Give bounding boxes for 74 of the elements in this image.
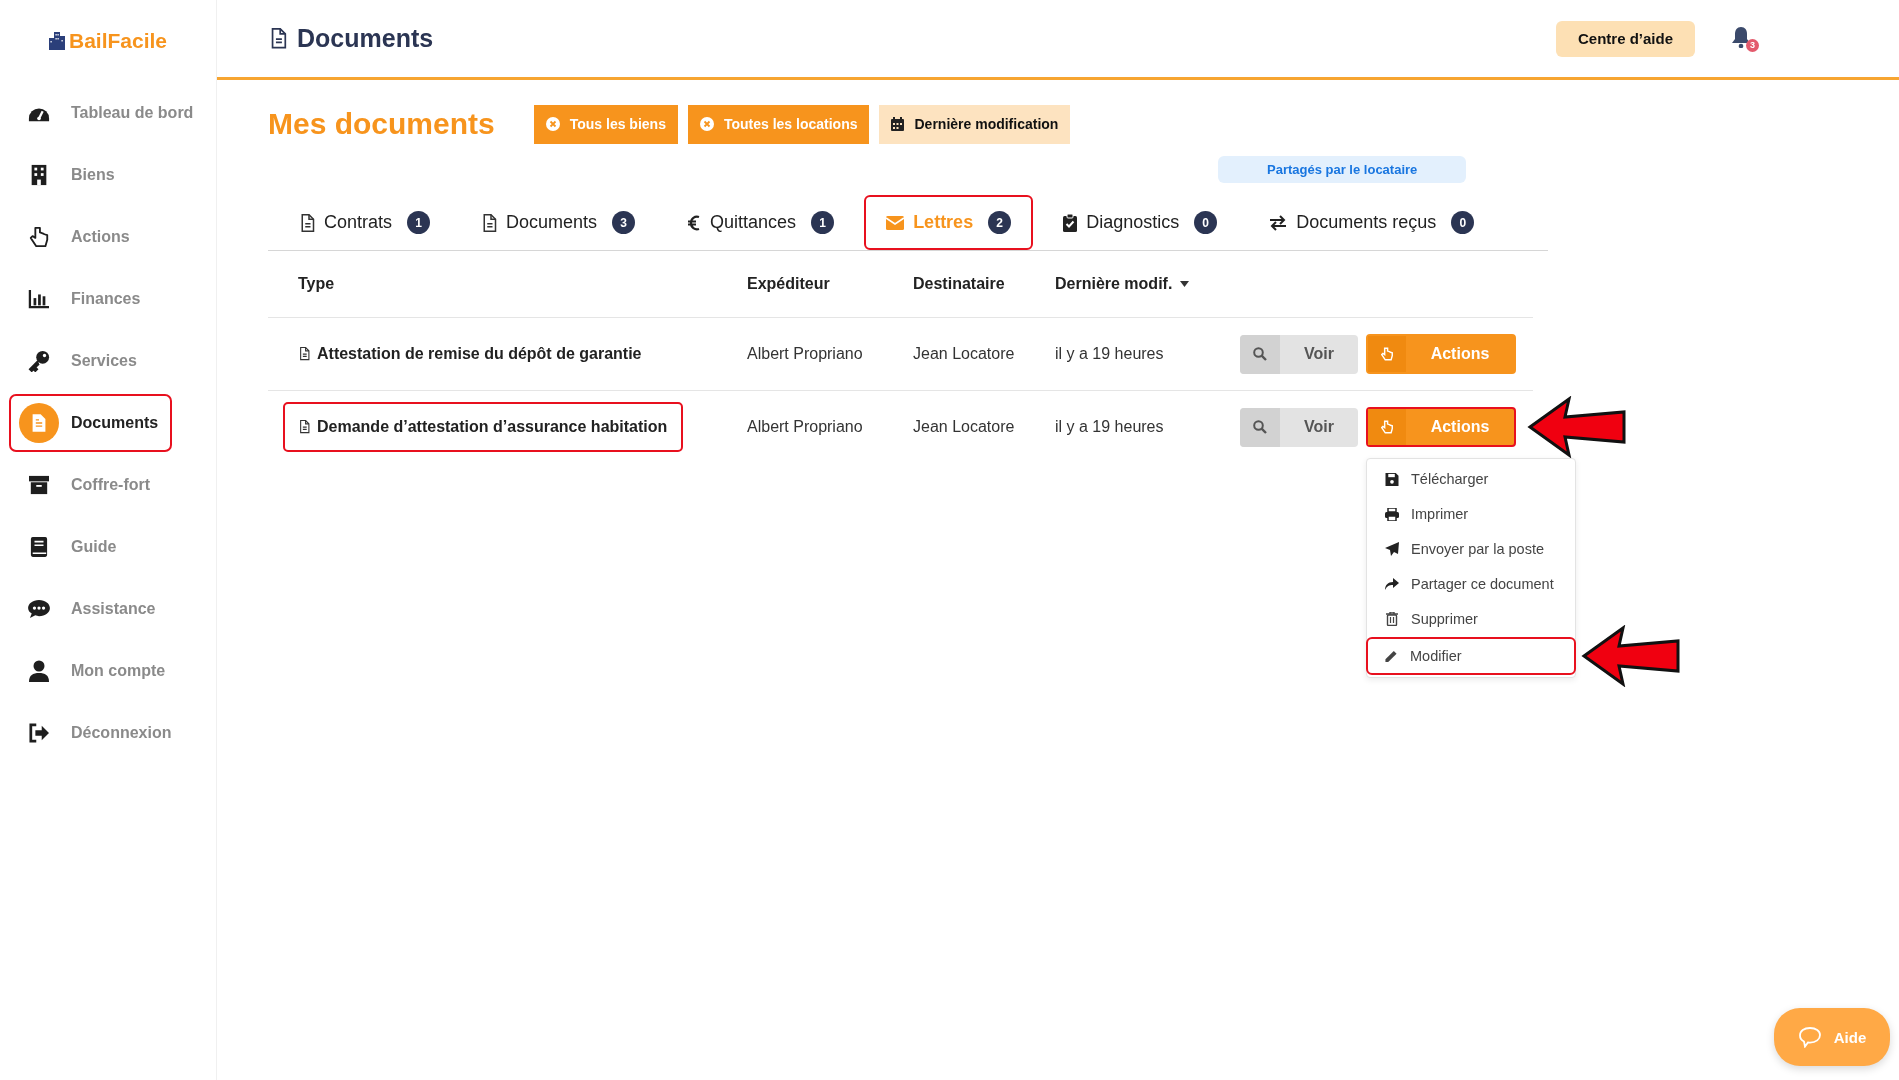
- table-cell: Albert Propriano: [747, 345, 863, 362]
- building-icon: [30, 164, 48, 186]
- sort-caret-icon: [1180, 281, 1190, 287]
- pointer-hand-icon: [1381, 420, 1393, 434]
- share-arrow-icon: [1385, 578, 1399, 590]
- search-icon: [1253, 347, 1267, 361]
- count-badge: 0: [1194, 211, 1218, 234]
- menu-item[interactable]: Envoyer par la poste: [1367, 532, 1575, 566]
- section-title: Mes documents: [268, 107, 495, 141]
- calendar-icon: [891, 117, 905, 131]
- document-icon: [31, 413, 47, 433]
- sidebar-item[interactable]: Documents: [9, 394, 172, 452]
- table-cell: il y a 19 heures: [1055, 345, 1164, 362]
- table-cell: il y a 19 heures: [1055, 418, 1164, 435]
- chat-bubble-icon: [1797, 1026, 1822, 1048]
- tab[interactable]: Contrats 1: [278, 195, 453, 250]
- menu-item[interactable]: Modifier: [1366, 637, 1576, 675]
- user-icon: [29, 660, 49, 682]
- menu-item[interactable]: Supprimer: [1367, 602, 1575, 636]
- count-badge: 0: [1451, 211, 1475, 234]
- bar-chart-icon: [28, 289, 50, 309]
- column-header[interactable]: Dernière modif.: [1055, 275, 1240, 293]
- document-icon: [299, 347, 310, 361]
- filter-button[interactable]: Dernière modification: [879, 104, 1071, 144]
- count-badge: 3: [612, 211, 636, 234]
- column-header[interactable]: Type: [268, 275, 747, 293]
- tab[interactable]: Lettres 2: [864, 195, 1034, 250]
- pointer-hand-icon: [1381, 347, 1393, 361]
- trash-icon: [1385, 612, 1399, 626]
- page-header-title: Documents: [297, 24, 435, 53]
- shared-by-tenant-link[interactable]: Partagés par le locataire: [1218, 156, 1467, 183]
- column-header[interactable]: Destinataire: [913, 275, 1055, 293]
- table-cell: Jean Locatore: [913, 345, 1015, 362]
- tab[interactable]: Diagnostics 0: [1041, 195, 1240, 250]
- table-cell: Albert Propriano: [747, 418, 863, 435]
- document-icon: [482, 213, 498, 232]
- view-button[interactable]: Voir: [1240, 407, 1358, 447]
- logout-icon: [28, 723, 50, 743]
- document-icon: [299, 420, 310, 434]
- pointer-hand-icon: [29, 226, 49, 248]
- chat-bubble-icon: [27, 599, 51, 619]
- search-icon: [1253, 420, 1267, 434]
- view-button[interactable]: Voir: [1240, 334, 1358, 374]
- document-title[interactable]: Attestation de remise du dépôt de garantie: [283, 329, 658, 379]
- document-title[interactable]: Demande d’attestation d’assurance habitation: [283, 402, 684, 452]
- tab[interactable]: Quittances 1: [665, 195, 857, 250]
- printer-icon: [1385, 507, 1399, 521]
- menu-item[interactable]: Imprimer: [1367, 497, 1575, 531]
- notification-badge: 3: [1746, 38, 1759, 52]
- column-header[interactable]: Expéditeur: [747, 275, 913, 293]
- book-icon: [30, 536, 48, 558]
- count-badge: 1: [407, 211, 431, 234]
- tab[interactable]: Documents reçus 0: [1247, 195, 1497, 250]
- notification-bell[interactable]: 3: [1731, 25, 1759, 52]
- key-icon: [28, 350, 50, 372]
- clear-circle-icon: [699, 117, 714, 131]
- envelope-icon: [886, 215, 905, 230]
- exchange-arrows-icon: [1269, 214, 1288, 231]
- pencil-icon: [1384, 649, 1398, 663]
- count-badge: 1: [811, 211, 835, 234]
- menu-item[interactable]: Télécharger: [1367, 462, 1575, 496]
- help-center-button[interactable]: Centre d’aide: [1555, 20, 1695, 57]
- euro-icon: [687, 213, 702, 232]
- table-cell: Jean Locatore: [913, 418, 1015, 435]
- building-logo-icon: [48, 32, 65, 50]
- document-icon: [270, 28, 287, 49]
- menu-item[interactable]: Partager ce document: [1367, 567, 1575, 601]
- clear-circle-icon: [545, 117, 560, 131]
- clipboard-check-icon: [1063, 213, 1078, 232]
- archive-box-icon: [28, 475, 50, 495]
- count-badge: 2: [988, 211, 1012, 234]
- paper-plane-icon: [1385, 542, 1399, 556]
- tab[interactable]: Documents 3: [460, 195, 658, 250]
- document-icon: [300, 213, 315, 232]
